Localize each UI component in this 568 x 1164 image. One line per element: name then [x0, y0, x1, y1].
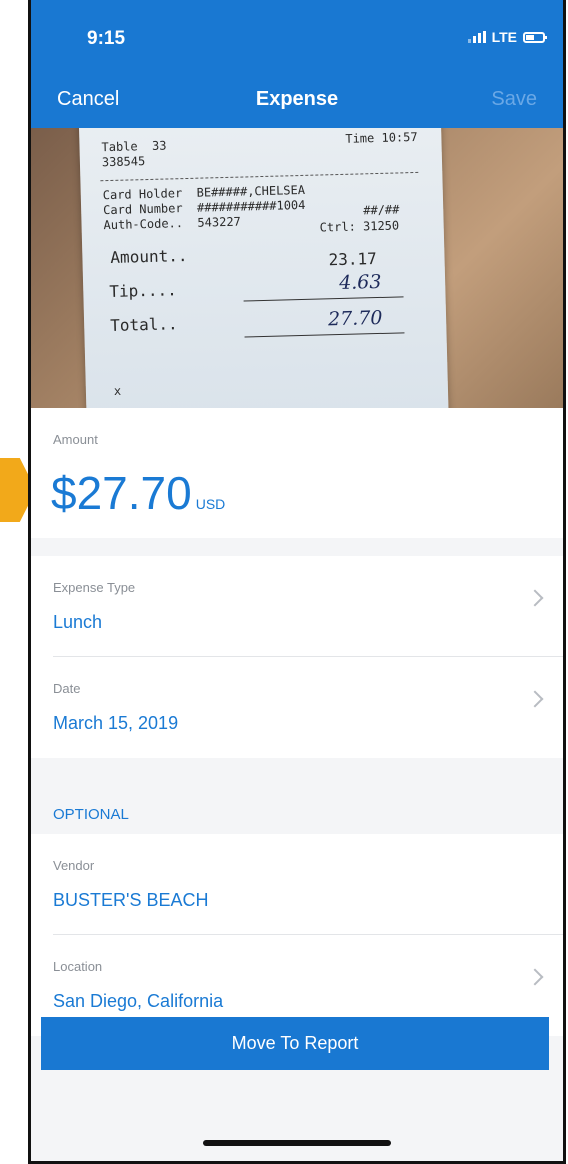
amount-label: Amount: [53, 432, 98, 447]
receipt-total-value: 27.70: [327, 306, 383, 331]
amount-currency: USD: [195, 496, 226, 512]
receipt-total-label: Total..: [109, 314, 178, 336]
location-label: Location: [53, 959, 103, 974]
network-label: LTE: [491, 29, 517, 45]
date-row[interactable]: Date March 15, 2019: [31, 657, 563, 758]
amount-section[interactable]: Amount $27.70 USD: [31, 408, 563, 538]
status-time: 9:15: [87, 28, 126, 49]
chevron-right-icon: [526, 968, 544, 986]
date-value: March 15, 2019: [53, 713, 179, 733]
receipt-tip-label: Tip....: [109, 280, 177, 302]
receipt-paper: Table 33 338545 Time 10:57 Card Holder B…: [78, 128, 450, 408]
optional-label: OPTIONAL: [53, 806, 129, 823]
location-value: San Diego, California: [53, 991, 224, 1011]
signal-icon: [467, 31, 486, 43]
page-title: Expense: [255, 88, 339, 110]
chevron-right-icon: [526, 589, 544, 607]
receipt-ctrl: Ctrl: 31250: [319, 218, 400, 235]
vendor-value: BUSTER'S BEACH: [53, 890, 209, 910]
receipt-code: 338545: [101, 154, 146, 170]
optional-section-header: OPTIONAL: [31, 762, 563, 834]
battery-icon: [523, 31, 547, 43]
receipt-tip-value: 4.63: [338, 270, 382, 295]
expense-type-value: Lunch: [53, 612, 103, 632]
receipt-total-line: [244, 332, 405, 338]
chevron-right-icon: [526, 690, 544, 708]
receipt-time: Time 10:57: [345, 129, 418, 146]
phone-screen: 9:15 LTE Cancel Expense Save Table 33 33…: [28, 0, 566, 1164]
receipt-tip-line: [243, 296, 404, 302]
date-label: Date: [53, 681, 81, 696]
receipt-divider: [100, 171, 419, 182]
nav-bar: Cancel Expense Save: [31, 78, 563, 128]
receipt-amount-label: Amount..: [110, 245, 188, 268]
status-bar: 9:15 LTE: [31, 0, 563, 78]
receipt-amount-value: 23.17: [328, 249, 377, 270]
amount-value: $27.70: [51, 467, 192, 519]
save-button[interactable]: Save: [491, 88, 537, 111]
status-indicators: LTE: [467, 29, 547, 45]
amount-display: $27.70 USD: [51, 466, 225, 520]
receipt-signature-mark: x: [113, 383, 122, 398]
expense-type-row[interactable]: Expense Type Lunch: [31, 556, 563, 657]
receipt-image[interactable]: Table 33 338545 Time 10:57 Card Holder B…: [31, 128, 563, 408]
receipt-table: Table 33: [101, 138, 167, 155]
vendor-row[interactable]: Vendor BUSTER'S BEACH: [31, 834, 563, 935]
home-indicator[interactable]: [203, 1140, 391, 1146]
receipt-expiry: ##/##: [363, 202, 400, 218]
vendor-label: Vendor: [53, 858, 95, 873]
move-to-report-button[interactable]: Move To Report: [41, 1017, 549, 1070]
expense-type-label: Expense Type: [53, 580, 136, 595]
receipt-auth-code: Auth-Code.. 543227: [103, 214, 241, 233]
